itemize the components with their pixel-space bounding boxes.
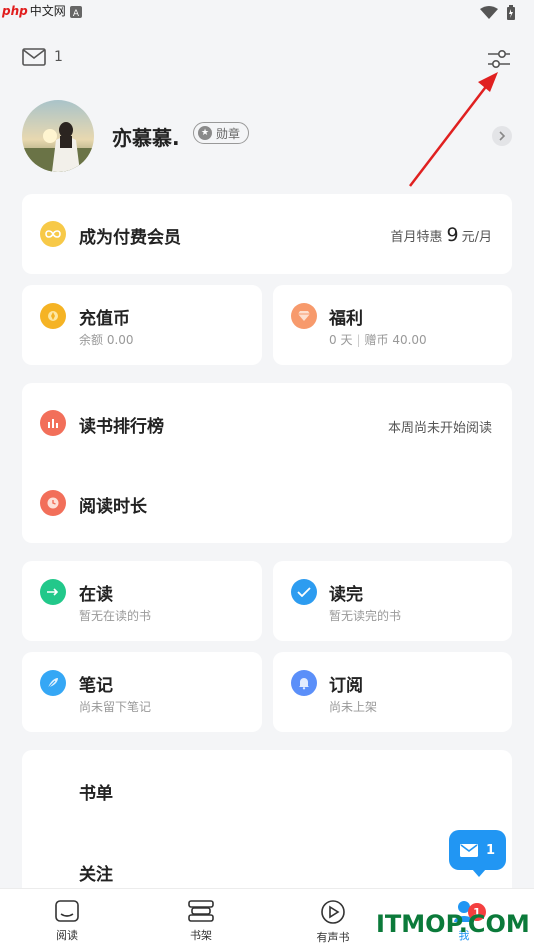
- top-row: 1: [0, 40, 534, 80]
- book-icon: [55, 900, 79, 922]
- bar-chart-icon: [40, 410, 66, 436]
- sliders-icon: [488, 50, 510, 69]
- coins-label: 充值币: [79, 309, 130, 329]
- status-bar: php 中文网 A: [0, 0, 534, 26]
- feather-icon: [40, 670, 66, 696]
- nav-label-read: 阅读: [56, 929, 78, 942]
- star-icon: ★: [198, 126, 212, 140]
- reading-now-sub: 暂无在读的书: [79, 609, 152, 623]
- avatar-image: [22, 100, 94, 172]
- vip-card[interactable]: 成为付费会员 首月特惠 9 元/月: [22, 194, 512, 274]
- mail-icon: [22, 48, 46, 66]
- watermark-logo: php 中文网: [2, 4, 66, 18]
- finished-sub: 暂无读完的书: [329, 609, 402, 623]
- reading-now-label: 在读: [79, 585, 113, 605]
- nav-label-audiobook: 有声书: [316, 931, 350, 944]
- notification-icon: A: [70, 6, 82, 18]
- shelf-icon: [188, 900, 214, 922]
- ranking-label: 读书排行榜: [79, 417, 164, 437]
- welfare-label: 福利: [329, 309, 363, 329]
- ranking-status: 本周尚未开始阅读: [387, 421, 492, 436]
- diamond-icon: [291, 303, 317, 329]
- nav-item-read[interactable]: 阅读: [27, 899, 107, 949]
- finished-label: 读完: [329, 585, 363, 605]
- coins-balance: 余额 0.00: [79, 333, 134, 347]
- vip-offer: 首月特惠 9 元/月: [390, 224, 493, 246]
- profile-detail-button[interactable]: [492, 126, 512, 146]
- profile-section[interactable]: 亦慕慕. ★ 勋章: [0, 98, 534, 174]
- settings-button[interactable]: [486, 46, 512, 72]
- mail-filled-icon: [459, 843, 478, 857]
- check-icon: [291, 579, 317, 605]
- coin-icon: [40, 303, 66, 329]
- status-left-icons: A: [70, 6, 82, 18]
- nav-item-shelf[interactable]: 书架: [161, 899, 241, 949]
- subscribe-label: 订阅: [329, 676, 363, 696]
- vip-label: 成为付费会员: [79, 228, 181, 248]
- booklist-row[interactable]: 书单: [22, 750, 512, 830]
- finished-card[interactable]: 读完 暂无读完的书: [273, 561, 512, 641]
- mail-button[interactable]: 1: [22, 48, 63, 66]
- badge-label: 勋章: [216, 126, 241, 141]
- subscribe-card[interactable]: 订阅 尚未上架: [273, 652, 512, 732]
- battery-icon: [507, 5, 515, 20]
- bell-icon: [291, 670, 317, 696]
- floating-mail-button[interactable]: 1: [449, 830, 506, 877]
- watermark-footer: ITMOP.COM: [376, 910, 530, 938]
- welfare-info: 0 天 | 赠币 40.00: [329, 333, 427, 347]
- nav-label-shelf: 书架: [190, 929, 212, 942]
- infinity-icon: [40, 221, 66, 247]
- status-right-icons: [480, 5, 516, 21]
- reading-now-card[interactable]: 在读 暂无在读的书: [22, 561, 262, 641]
- duration-row[interactable]: 阅读时长: [22, 463, 512, 543]
- svg-text:A: A: [73, 9, 80, 18]
- notes-label: 笔记: [79, 676, 113, 696]
- mail-count: 1: [54, 49, 63, 65]
- notes-card[interactable]: 笔记 尚未留下笔记: [22, 652, 262, 732]
- arrow-right-icon: [40, 579, 66, 605]
- medal-badge[interactable]: ★ 勋章: [193, 122, 250, 144]
- duration-label: 阅读时长: [79, 497, 147, 517]
- username: 亦慕慕.: [112, 126, 180, 150]
- clock-icon: [40, 490, 66, 516]
- play-icon: [321, 900, 345, 924]
- subscribe-sub: 尚未上架: [329, 700, 378, 714]
- booklist-label: 书单: [79, 784, 113, 804]
- avatar[interactable]: [22, 100, 94, 172]
- follow-label: 关注: [79, 865, 113, 885]
- chevron-right-icon: [499, 131, 506, 141]
- ranking-row[interactable]: 读书排行榜 本周尚未开始阅读: [22, 383, 512, 463]
- wifi-icon: [480, 6, 498, 19]
- notes-sub: 尚未留下笔记: [79, 700, 152, 714]
- welfare-card[interactable]: 福利 0 天 | 赠币 40.00: [273, 285, 512, 365]
- nav-item-audiobook[interactable]: 有声书: [293, 899, 373, 949]
- floating-mail-count: 1: [485, 842, 496, 858]
- lists-card: 书单 关注: [22, 750, 512, 900]
- coins-card[interactable]: 充值币 余额 0.00: [22, 285, 262, 365]
- reading-stats-card: 读书排行榜 本周尚未开始阅读 阅读时长: [22, 383, 512, 543]
